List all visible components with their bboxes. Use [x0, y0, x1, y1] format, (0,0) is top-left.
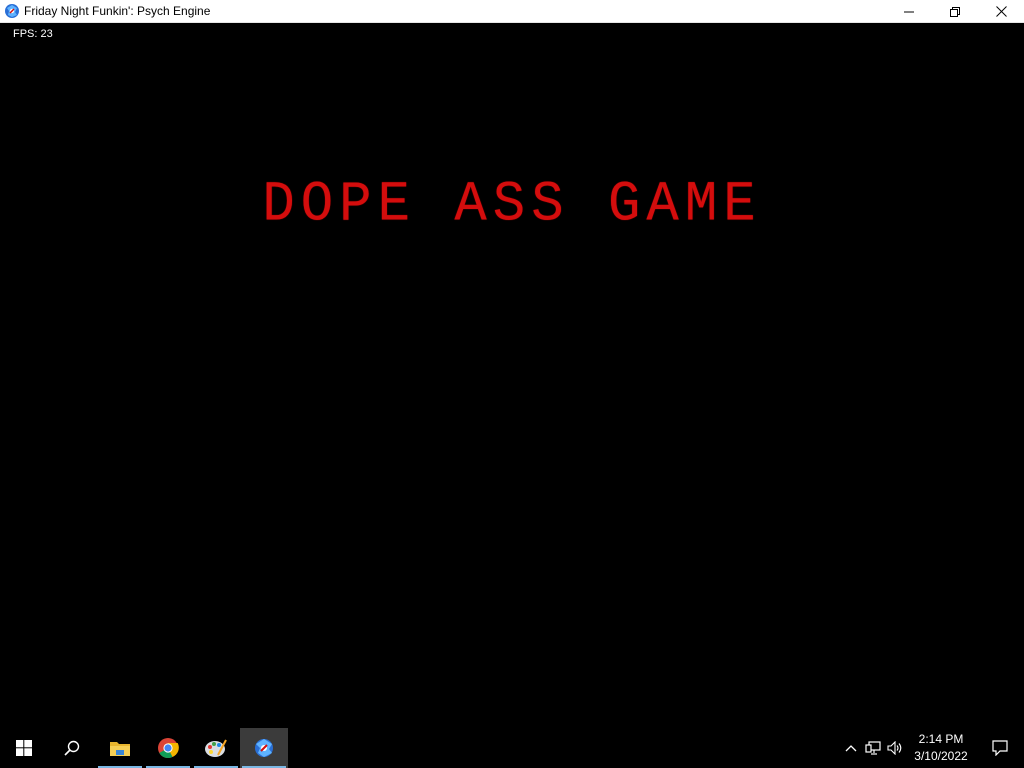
clock-date: 3/10/2022 — [914, 749, 968, 763]
window-titlebar[interactable]: Friday Night Funkin': Psych Engine — [0, 0, 1024, 23]
palette-icon — [205, 739, 227, 757]
window-controls — [886, 0, 1024, 23]
chevron-up-icon — [845, 745, 857, 752]
taskbar: 2:14 PM 3/10/2022 — [0, 728, 1024, 768]
search-icon — [64, 740, 80, 756]
game-headline-text: DOPE ASS GAME — [262, 173, 762, 238]
system-tray: 2:14 PM 3/10/2022 — [840, 728, 1024, 768]
network-button[interactable] — [862, 728, 884, 768]
network-icon — [865, 741, 881, 755]
restore-button[interactable] — [932, 0, 978, 23]
minimize-button[interactable] — [886, 0, 932, 23]
windows-logo-icon — [16, 740, 32, 756]
window-title: Friday Night Funkin': Psych Engine — [24, 4, 211, 18]
fps-counter: FPS: 23 — [13, 28, 53, 40]
clock-time: 2:14 PM — [918, 732, 964, 746]
clock-button[interactable]: 2:14 PM 3/10/2022 — [906, 731, 976, 765]
restore-icon — [950, 6, 960, 17]
show-hidden-icons-button[interactable] — [840, 728, 862, 768]
file-explorer-button[interactable] — [96, 728, 144, 768]
game-canvas[interactable]: FPS: 23 DOPE ASS GAME — [0, 23, 1024, 728]
fnf-app-icon — [4, 3, 20, 19]
fnf-app-icon — [255, 739, 273, 757]
action-center-button[interactable] — [976, 728, 1024, 768]
paint-button[interactable] — [192, 728, 240, 768]
fnf-button[interactable] — [240, 728, 288, 768]
start-button[interactable] — [0, 728, 48, 768]
close-button[interactable] — [978, 0, 1024, 23]
chrome-button[interactable] — [144, 728, 192, 768]
search-button[interactable] — [48, 728, 96, 768]
notification-icon — [992, 740, 1008, 756]
volume-button[interactable] — [884, 728, 906, 768]
folder-icon — [110, 742, 130, 756]
minimize-icon — [904, 11, 914, 12]
volume-icon — [887, 741, 902, 755]
chrome-icon — [158, 738, 179, 758]
close-icon — [995, 6, 1007, 17]
